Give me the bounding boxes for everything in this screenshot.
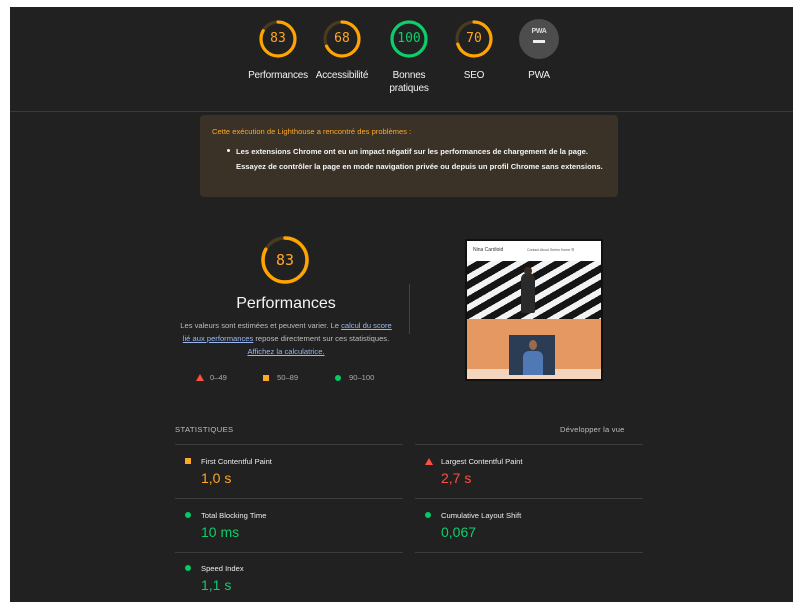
final-screenshot-thumbnail[interactable]: Nina Cardioid Contact About Series Home … [465,239,603,381]
score-summary-bar: 83 Performances 68 Accessibilité 100 Bon… [10,7,793,112]
gauge-ring: 100 [389,19,429,59]
metric-first-contentful-paint: First Contentful Paint 1,0 s [175,454,375,502]
triangle-icon [196,374,204,381]
metric-divider [175,444,403,445]
performance-title: Performances [236,295,336,312]
square-icon [185,458,191,464]
circle-icon [185,565,191,571]
metric-value: 2,7 s [441,470,472,486]
bullet-icon [227,149,230,152]
warning-heading: Cette exécution de Lighthouse a rencontr… [212,127,412,136]
person-silhouette [521,273,535,313]
circle-icon [425,512,431,518]
vertical-divider [409,284,410,334]
portrait-face [529,340,537,350]
pwa-badge: PWA [519,19,559,59]
gauge-ring: 68 [322,19,362,59]
calculator-link[interactable]: Affichez la calculatrice. [247,347,324,356]
gauge-ring: 83 [258,19,298,59]
person-head [524,267,532,275]
gauge-score: 83 [270,31,286,46]
thumbnail-hero-image [467,261,601,319]
gauge-pwa[interactable]: PWA PWA [499,19,579,82]
metric-name: Largest Contentful Paint [441,457,523,466]
legend-label: 90–100 [349,373,375,382]
pwa-badge-text: PWA [531,28,547,35]
circle-icon [185,512,191,518]
metric-value: 10 ms [201,524,240,540]
metric-name: Speed Index [201,564,244,573]
gauge-label: PWA [528,70,550,81]
gauge-label: Bonnes pratiques [389,70,429,94]
legend-label: 0–49 [210,373,227,382]
gauge-score: 70 [466,31,482,46]
statistics-heading: STATISTIQUES [175,425,234,434]
metric-divider [415,552,643,553]
warning-item: Les extensions Chrome ont eu un impact n… [236,147,603,171]
portrait-shirt [523,351,543,375]
gauge-score: 100 [397,31,421,46]
circle-icon [335,375,341,381]
runtime-warning: Cette exécution de Lighthouse a rencontr… [200,115,618,197]
metric-divider [175,498,403,499]
metric-divider [415,498,643,499]
triangle-icon [425,458,433,465]
expand-view-toggle[interactable]: Développer la vue [560,425,625,434]
metric-name: First Contentful Paint [201,457,272,466]
metric-speed-index: Speed Index 1,1 s [175,561,375,602]
description-text: repose directement sur ces statistiques. [253,334,390,343]
metric-value: 0,067 [441,524,477,540]
thumbnail-nav: Nina Cardioid Contact About Series Home … [467,241,601,261]
metric-total-blocking-time: Total Blocking Time 10 ms [175,508,375,556]
metric-cumulative-layout-shift: Cumulative Layout Shift 0,067 [415,508,615,556]
performance-gauge: 83 [260,235,310,285]
thumbnail-links: Contact About Series Home ☰ [527,248,575,252]
gauge-score: 68 [334,31,350,46]
description-text: Les valeurs sont estimées et peuvent var… [180,321,342,330]
metric-name: Cumulative Layout Shift [441,511,522,520]
thumbnail-brand: Nina Cardioid [473,247,504,253]
metric-divider [415,444,643,445]
performance-score: 83 [275,251,295,269]
metric-value: 1,1 s [201,577,232,593]
metric-name: Total Blocking Time [201,511,267,520]
metric-divider [175,552,403,553]
metric-value: 1,0 s [201,470,232,486]
lighthouse-report: 83 Performances 68 Accessibilité 100 Bon… [10,7,793,602]
metric-largest-contentful-paint: Largest Contentful Paint 2,7 s [415,454,615,502]
performance-description: Les valeurs sont estimées et peuvent var… [176,319,396,358]
pwa-dash-icon [533,40,545,43]
square-icon [263,375,269,381]
legend-label: 50–89 [277,373,299,382]
gauge-ring: 70 [454,19,494,59]
